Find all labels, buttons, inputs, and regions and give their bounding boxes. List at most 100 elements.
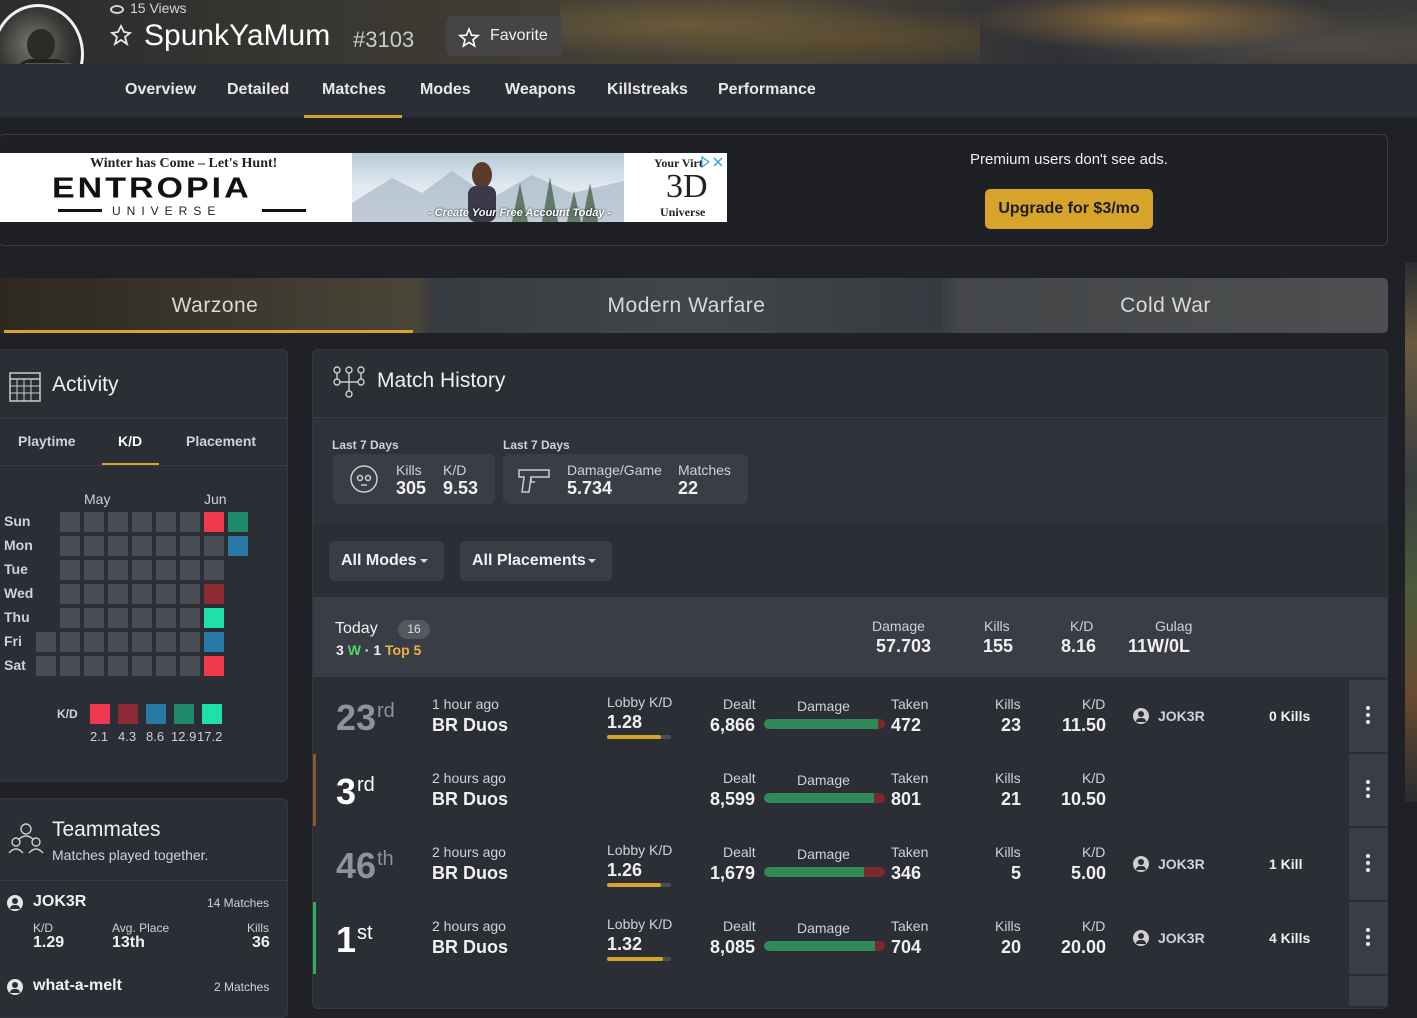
heatmap-cell[interactable]: [108, 560, 128, 580]
heatmap-cell[interactable]: [204, 536, 224, 556]
heatmap-cell[interactable]: [180, 656, 200, 676]
heatmap-cell[interactable]: [180, 536, 200, 556]
kebab-dot: [1366, 713, 1370, 717]
tab-modes[interactable]: Modes: [420, 64, 471, 118]
teammate-name[interactable]: JOK3R: [1158, 708, 1205, 724]
upgrade-button[interactable]: Upgrade for $3/mo: [985, 189, 1153, 229]
damage-bar: [764, 941, 885, 951]
heatmap-cell[interactable]: [180, 560, 200, 580]
heatmap-cell[interactable]: [108, 512, 128, 532]
tab-performance[interactable]: Performance: [718, 64, 816, 118]
heatmap-cell[interactable]: [156, 536, 176, 556]
heatmap-cell[interactable]: [60, 632, 80, 652]
heatmap-cell[interactable]: [108, 584, 128, 604]
tab-weapons[interactable]: Weapons: [505, 64, 576, 118]
heatmap-cell[interactable]: [180, 632, 200, 652]
heatmap-cell[interactable]: [60, 536, 80, 556]
legend-value: 4.3: [118, 729, 137, 744]
heatmap-cell[interactable]: [204, 584, 224, 604]
tab-overview[interactable]: Overview: [125, 64, 196, 118]
ad-banner[interactable]: Winter has Come – Let's Hunt! ENTROPIA U…: [0, 153, 727, 222]
ad-close-icon[interactable]: [700, 155, 724, 169]
tab-detailed[interactable]: Detailed: [227, 64, 289, 118]
tab-warzone[interactable]: Warzone: [0, 278, 430, 333]
teammate-name[interactable]: what-a-melt: [33, 977, 122, 995]
match-time: 2 hours ago: [432, 770, 506, 786]
teammate-name[interactable]: JOK3R: [33, 893, 86, 911]
heatmap-cell[interactable]: [180, 512, 200, 532]
heatmap-cell[interactable]: [156, 608, 176, 628]
heatmap-cell[interactable]: [84, 656, 104, 676]
heatmap-cell[interactable]: [204, 656, 224, 676]
placement-suffix: rd: [357, 774, 375, 796]
heatmap-cell[interactable]: [180, 608, 200, 628]
heatmap-cell[interactable]: [156, 560, 176, 580]
heatmap-cell[interactable]: [204, 512, 224, 532]
dealt-label: Dealt: [723, 844, 756, 860]
heatmap-cell[interactable]: [84, 512, 104, 532]
tab-killstreaks[interactable]: Killstreaks: [607, 64, 688, 118]
heatmap-cell[interactable]: [156, 656, 176, 676]
heatmap-cell[interactable]: [84, 608, 104, 628]
teammate-name[interactable]: JOK3R: [1158, 930, 1205, 946]
teammate-kills: 4 Kills: [1269, 930, 1311, 946]
heatmap-cell[interactable]: [36, 656, 56, 676]
heatmap-cell[interactable]: [156, 632, 176, 652]
tab-modern-warfare[interactable]: Modern Warfare: [430, 278, 943, 333]
heatmap-cell[interactable]: [132, 632, 152, 652]
heatmap-cell[interactable]: [228, 536, 248, 556]
day-label-mon: Mon: [4, 537, 33, 553]
kills-label: Kills: [995, 770, 1021, 786]
match-row[interactable]: [313, 976, 1349, 1006]
heatmap-cell[interactable]: [60, 512, 80, 532]
heatmap-cell[interactable]: [132, 560, 152, 580]
heatmap-cell[interactable]: [204, 608, 224, 628]
more-options-button[interactable]: [1349, 828, 1388, 900]
heatmap-cell[interactable]: [180, 584, 200, 604]
heatmap-cell[interactable]: [204, 560, 224, 580]
more-options-button[interactable]: [1349, 680, 1388, 752]
heatmap-cell[interactable]: [84, 632, 104, 652]
heatmap-cell[interactable]: [60, 584, 80, 604]
tab-cold-war[interactable]: Cold War: [943, 278, 1388, 333]
tab-matches[interactable]: Matches: [322, 64, 386, 118]
heatmap-cell[interactable]: [132, 536, 152, 556]
activity-tab-playtime[interactable]: Playtime: [18, 433, 76, 449]
damage-bar: [764, 719, 885, 729]
heatmap-cell[interactable]: [36, 632, 56, 652]
mode-filter-dropdown[interactable]: All Modes: [329, 541, 444, 581]
heatmap-cell[interactable]: [108, 656, 128, 676]
heatmap-cell[interactable]: [108, 608, 128, 628]
heatmap-cell[interactable]: [84, 584, 104, 604]
heatmap-cell[interactable]: [108, 536, 128, 556]
heatmap-cell[interactable]: [108, 632, 128, 652]
more-options-button[interactable]: [1349, 754, 1388, 826]
activity-tab-placement[interactable]: Placement: [186, 433, 256, 449]
teammates-icon: [8, 820, 44, 856]
heatmap-cell[interactable]: [60, 560, 80, 580]
summary-kills-kd: Kills 305 K/D 9.53: [333, 454, 495, 504]
legend-swatch: [118, 704, 138, 724]
kebab-dot: [1366, 794, 1370, 798]
heatmap-cell[interactable]: [132, 656, 152, 676]
heatmap-cell[interactable]: [84, 536, 104, 556]
favorite-button[interactable]: Favorite: [446, 16, 562, 56]
placement-filter-dropdown[interactable]: All Placements: [460, 541, 612, 581]
heatmap-cell[interactable]: [84, 560, 104, 580]
day-label-sat: Sat: [4, 657, 26, 673]
heatmap-cell[interactable]: [132, 608, 152, 628]
heatmap-cell[interactable]: [156, 512, 176, 532]
activity-tab-kd[interactable]: K/D: [118, 433, 142, 449]
heatmap-cell[interactable]: [204, 632, 224, 652]
heatmap-cell[interactable]: [156, 584, 176, 604]
more-options-button[interactable]: [1349, 976, 1388, 1006]
heatmap-cell[interactable]: [60, 608, 80, 628]
heatmap-cell[interactable]: [132, 584, 152, 604]
heatmap-cell[interactable]: [228, 512, 248, 532]
heatmap-cell[interactable]: [60, 656, 80, 676]
heatmap-cell[interactable]: [132, 512, 152, 532]
more-options-button[interactable]: [1349, 902, 1388, 974]
match-history-title: Match History: [377, 369, 506, 392]
dealt-label: Dealt: [723, 918, 756, 934]
teammate-name[interactable]: JOK3R: [1158, 856, 1205, 872]
